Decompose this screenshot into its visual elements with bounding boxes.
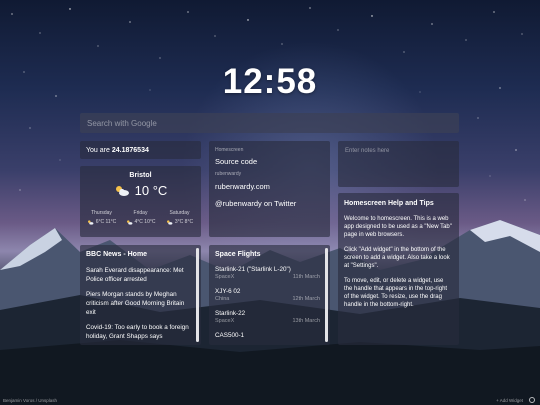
link-sub-label: rubenwardy — [215, 171, 242, 177]
search-placeholder: Search with Google — [87, 118, 157, 128]
weather-city: Bristol — [129, 172, 152, 179]
forecast-day-name: Saturday — [169, 210, 190, 216]
flight-item[interactable]: CAS500-1 — [215, 332, 320, 345]
flight-date: 12th March — [292, 296, 320, 302]
scrollbar-thumb[interactable] — [196, 248, 199, 342]
help-paragraph: To move, edit, or delete a widget, use t… — [344, 278, 448, 308]
link-website[interactable]: rubenwardy.com — [215, 182, 324, 191]
feed-title: BBC News - Home — [86, 251, 148, 258]
gear-icon[interactable] — [529, 397, 535, 403]
cloud-sun-icon — [115, 185, 129, 196]
footer: Benjamin Voros / Unsplash + Add Widget — [0, 396, 540, 405]
age-prefix: You are — [86, 146, 110, 154]
flight-org: SpaceX — [215, 274, 235, 280]
news-item[interactable]: Piers Morgan stands by Meghan criticism … — [86, 290, 191, 317]
forecast-temps: 6°C 11°C — [95, 219, 117, 225]
forecast-temps: 3°C 8°C — [174, 219, 194, 225]
weather-current: 10 °C — [80, 183, 201, 198]
cloud-sun-icon — [166, 219, 173, 225]
notes-widget[interactable]: Enter notes here — [338, 141, 459, 187]
forecast-day-name: Thursday — [91, 210, 112, 216]
links-widget[interactable]: Homescreen Source code rubenwardy rubenw… — [209, 141, 330, 237]
flight-name: CAS500-1 — [215, 332, 245, 339]
help-title: Homescreen Help and Tips — [344, 200, 434, 207]
forecast-day: Saturday 3°C 8°C — [161, 210, 198, 225]
flight-org: China — [215, 296, 230, 302]
clock: 12:58 — [222, 62, 318, 101]
flight-item[interactable]: Starlink-21 ("Starlink L-20") SpaceX 11t… — [215, 266, 320, 288]
cloud-sun-icon — [126, 219, 132, 225]
flight-date: 11th March — [292, 274, 320, 280]
feed-title: Space Flights — [215, 251, 261, 258]
help-widget[interactable]: Homescreen Help and Tips Welcome to home… — [338, 193, 459, 345]
help-paragraph: Click "Add widget" in the bottom of the … — [344, 247, 450, 269]
flight-name: XJY-6 02 — [215, 288, 241, 295]
scrollbar[interactable] — [325, 248, 328, 342]
links-title: Homescreen — [215, 147, 244, 153]
add-widget-button[interactable]: + Add Widget — [496, 398, 523, 403]
scrollbar[interactable] — [196, 248, 199, 342]
scrollbar-thumb[interactable] — [325, 248, 328, 342]
news-item[interactable]: Sarah Everard disappearance: Met Police … — [86, 266, 191, 284]
notes-placeholder: Enter notes here — [345, 148, 390, 154]
space-flights-widget[interactable]: Space Flights Starlink-21 ("Starlink L-2… — [209, 245, 330, 345]
weather-forecast: Thursday 6°C 11°C Friday 4°C 10°C Saturd… — [83, 210, 198, 225]
flight-name: Starlink-21 ("Starlink L-20") — [215, 266, 291, 273]
news-item[interactable]: Covid-19: Too early to book a foreign ho… — [86, 323, 191, 341]
flight-org: SpaceX — [215, 318, 235, 324]
forecast-temps: 4°C 10°C — [134, 219, 156, 225]
flight-item[interactable]: XJY-6 02 China 12th March — [215, 288, 320, 310]
forecast-day: Friday 4°C 10°C — [122, 210, 159, 225]
link-twitter[interactable]: @rubenwardy on Twitter — [215, 199, 324, 208]
flight-date: 13th March — [292, 318, 320, 324]
cloud-sun-icon — [87, 219, 94, 225]
age-widget[interactable]: You are 24.1876534 — [80, 141, 201, 159]
forecast-day: Thursday 6°C 11°C — [83, 210, 120, 225]
weather-widget[interactable]: Bristol 10 °C Thursday 6°C 11°C Friday 4… — [80, 166, 201, 237]
weather-temperature: 10 °C — [134, 183, 168, 198]
search-input[interactable]: Search with Google — [80, 113, 459, 133]
bbc-news-widget[interactable]: BBC News - Home Sarah Everard disappeara… — [80, 245, 201, 345]
flight-name: Starlink-22 — [215, 310, 246, 317]
age-value: 24.1876534 — [111, 146, 149, 154]
help-paragraph: Welcome to homescreen. This is a web app… — [344, 216, 452, 238]
link-source-code[interactable]: Source code — [215, 157, 324, 166]
flight-item[interactable]: Starlink-22 SpaceX 13th March — [215, 310, 320, 332]
forecast-day-name: Friday — [133, 210, 148, 216]
photo-credit-link[interactable]: Benjamin Voros / Unsplash — [3, 398, 57, 403]
